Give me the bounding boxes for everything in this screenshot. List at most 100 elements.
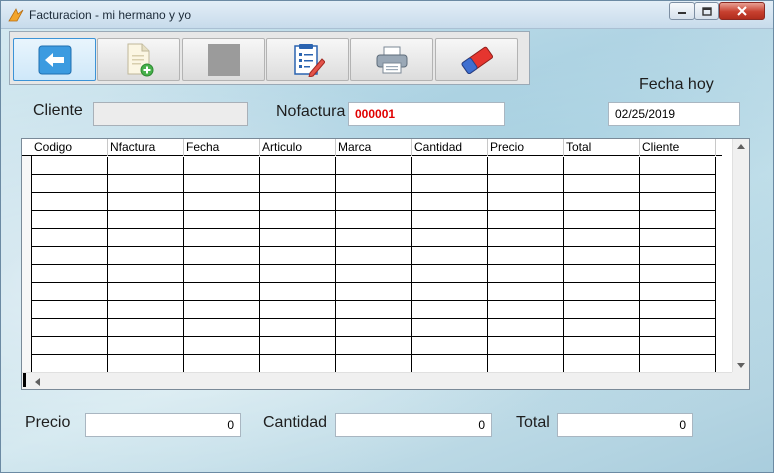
table-cell[interactable] — [640, 211, 716, 229]
table-cell[interactable] — [336, 229, 412, 247]
table-cell[interactable] — [336, 265, 412, 283]
table-cell[interactable] — [32, 265, 108, 283]
table-cell[interactable] — [488, 175, 564, 193]
table-cell[interactable] — [260, 157, 336, 175]
table-cell[interactable] — [108, 337, 184, 355]
table-cell[interactable] — [336, 193, 412, 211]
cliente-field[interactable] — [93, 102, 248, 126]
table-cell[interactable] — [260, 193, 336, 211]
precio-field[interactable]: 0 — [85, 413, 241, 437]
table-cell[interactable] — [564, 319, 640, 337]
scroll-down-icon[interactable] — [737, 363, 745, 369]
table-cell[interactable] — [412, 355, 488, 373]
column-header-total[interactable]: Total — [564, 139, 640, 156]
table-cell[interactable] — [412, 229, 488, 247]
table-row[interactable] — [32, 265, 716, 283]
table-cell[interactable] — [488, 355, 564, 373]
table-cell[interactable] — [108, 157, 184, 175]
table-row[interactable] — [32, 175, 716, 193]
table-cell[interactable] — [184, 193, 260, 211]
erase-button[interactable] — [435, 38, 518, 81]
table-cell[interactable] — [32, 193, 108, 211]
table-cell[interactable] — [412, 319, 488, 337]
table-cell[interactable] — [640, 229, 716, 247]
table-row[interactable] — [32, 283, 716, 301]
column-header-precio[interactable]: Precio — [488, 139, 564, 156]
table-cell[interactable] — [336, 355, 412, 373]
table-cell[interactable] — [32, 175, 108, 193]
table-cell[interactable] — [32, 319, 108, 337]
scroll-up-icon[interactable] — [737, 143, 745, 149]
table-cell[interactable] — [260, 247, 336, 265]
table-cell[interactable] — [488, 193, 564, 211]
table-cell[interactable] — [336, 157, 412, 175]
table-cell[interactable] — [260, 283, 336, 301]
table-cell[interactable] — [412, 157, 488, 175]
cantidad-field[interactable]: 0 — [335, 413, 492, 437]
table-cell[interactable] — [336, 247, 412, 265]
table-cell[interactable] — [564, 175, 640, 193]
table-cell[interactable] — [564, 157, 640, 175]
back-button[interactable] — [13, 38, 96, 81]
new-button[interactable] — [97, 38, 180, 81]
table-cell[interactable] — [108, 355, 184, 373]
table-cell[interactable] — [184, 247, 260, 265]
table-cell[interactable] — [108, 229, 184, 247]
table-cell[interactable] — [108, 193, 184, 211]
table-cell[interactable] — [260, 355, 336, 373]
table-cell[interactable] — [412, 337, 488, 355]
table-cell[interactable] — [108, 211, 184, 229]
table-cell[interactable] — [564, 355, 640, 373]
table-cell[interactable] — [32, 157, 108, 175]
table-cell[interactable] — [488, 247, 564, 265]
table-row[interactable] — [32, 355, 716, 373]
scroll-left-icon[interactable] — [34, 378, 40, 386]
minimize-button[interactable] — [669, 2, 695, 20]
table-row[interactable] — [32, 211, 716, 229]
table-cell[interactable] — [260, 301, 336, 319]
table-row[interactable] — [32, 247, 716, 265]
table-cell[interactable] — [640, 265, 716, 283]
table-cell[interactable] — [640, 337, 716, 355]
table-cell[interactable] — [184, 157, 260, 175]
table-cell[interactable] — [32, 355, 108, 373]
table-cell[interactable] — [640, 193, 716, 211]
column-header-nfactura[interactable]: Nfactura — [108, 139, 184, 156]
column-header-cantidad[interactable]: Cantidad — [412, 139, 488, 156]
table-cell[interactable] — [260, 265, 336, 283]
table-cell[interactable] — [488, 229, 564, 247]
table-cell[interactable] — [336, 175, 412, 193]
table-cell[interactable] — [640, 301, 716, 319]
table-cell[interactable] — [108, 247, 184, 265]
table-cell[interactable] — [640, 283, 716, 301]
table-cell[interactable] — [184, 175, 260, 193]
table-cell[interactable] — [184, 301, 260, 319]
table-cell[interactable] — [488, 301, 564, 319]
table-cell[interactable] — [412, 301, 488, 319]
table-cell[interactable] — [640, 175, 716, 193]
table-cell[interactable] — [488, 319, 564, 337]
table-cell[interactable] — [336, 337, 412, 355]
table-cell[interactable] — [564, 229, 640, 247]
table-cell[interactable] — [184, 211, 260, 229]
table-cell[interactable] — [640, 319, 716, 337]
invoice-grid[interactable]: Codigo Nfactura Fecha Articulo Marca Cantidad… — [21, 138, 750, 390]
table-row[interactable] — [32, 337, 716, 355]
table-cell[interactable] — [412, 211, 488, 229]
table-cell[interactable] — [564, 265, 640, 283]
fecha-field[interactable]: 02/25/2019 — [608, 102, 740, 126]
table-cell[interactable] — [336, 301, 412, 319]
table-cell[interactable] — [412, 193, 488, 211]
close-button[interactable] — [719, 2, 765, 20]
print-button[interactable] — [350, 38, 433, 81]
table-cell[interactable] — [184, 355, 260, 373]
column-header-marca[interactable]: Marca — [336, 139, 412, 156]
table-cell[interactable] — [184, 283, 260, 301]
table-cell[interactable] — [108, 301, 184, 319]
table-cell[interactable] — [184, 265, 260, 283]
column-header-codigo[interactable]: Codigo — [32, 139, 108, 156]
table-cell[interactable] — [184, 337, 260, 355]
table-cell[interactable] — [564, 193, 640, 211]
table-cell[interactable] — [260, 211, 336, 229]
column-header-cliente[interactable]: Cliente — [640, 139, 716, 156]
